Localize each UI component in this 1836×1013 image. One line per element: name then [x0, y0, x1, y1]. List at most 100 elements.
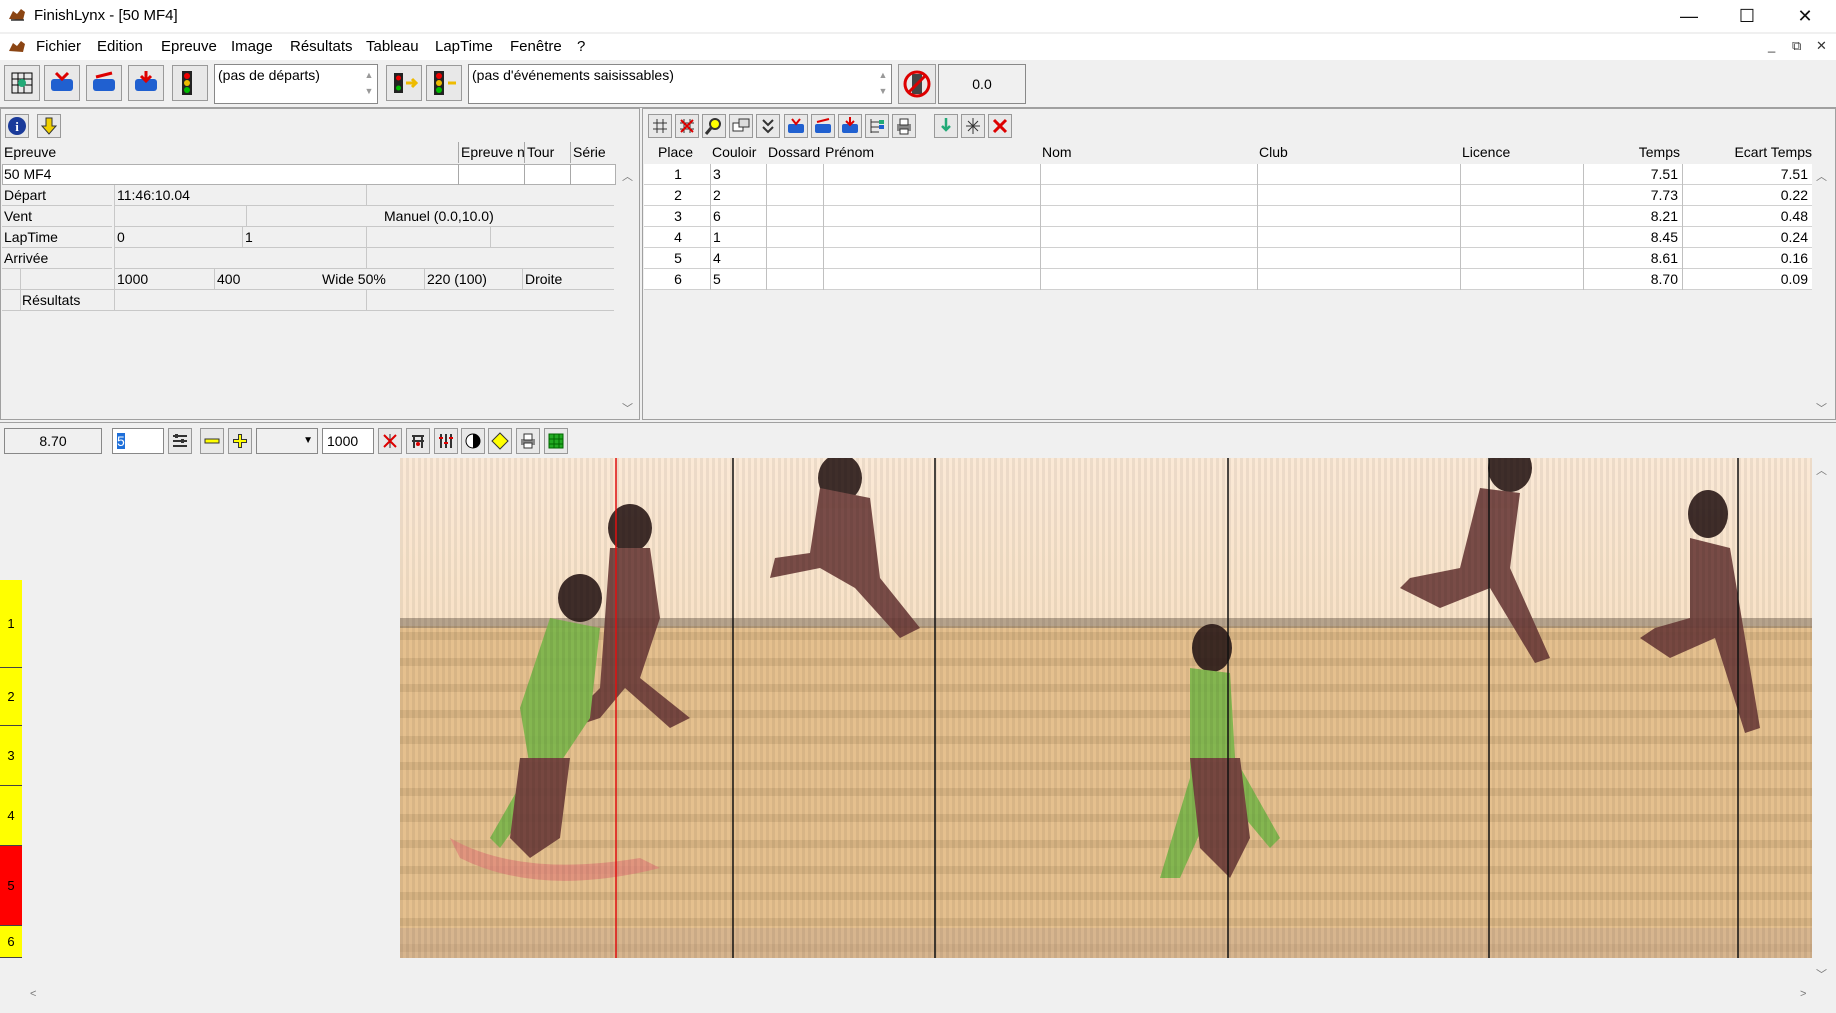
photo-finish-image[interactable] — [400, 458, 1812, 958]
menu-epreuve[interactable]: Epreuve — [161, 38, 217, 55]
table-cell-last[interactable] — [1040, 248, 1257, 269]
zoom-out-button[interactable] — [200, 428, 224, 454]
mdi-close-button[interactable]: ✕ — [1816, 38, 1827, 54]
table-cell-bib[interactable] — [766, 227, 823, 248]
table-cell-club[interactable] — [1257, 185, 1460, 206]
clear-grid-button[interactable] — [675, 114, 699, 138]
results-field[interactable] — [114, 290, 614, 311]
save-results-button[interactable] — [838, 114, 862, 138]
table-cell-gap[interactable]: 0.24 — [1682, 227, 1812, 248]
scroll-right-icon[interactable]: > — [1800, 988, 1806, 1000]
clear-cursor-button[interactable] — [378, 428, 402, 454]
table-cell-lane[interactable]: 2 — [710, 185, 766, 206]
table-cell-last[interactable] — [1040, 164, 1257, 185]
table-cell-club[interactable] — [1257, 269, 1460, 290]
table-cell-first[interactable] — [823, 248, 1040, 269]
wind-sensor-button[interactable] — [898, 64, 936, 104]
starts-combo[interactable]: (pas de départs) ▲ ▼ — [214, 64, 378, 104]
menu-resultats[interactable]: Résultats — [290, 38, 353, 55]
table-cell-club[interactable] — [1257, 206, 1460, 227]
laptime-a-field[interactable]: 0 — [114, 227, 242, 248]
spin-down-icon[interactable]: ▼ — [363, 83, 375, 99]
table-cell-licence[interactable] — [1460, 185, 1583, 206]
lane-settings-button[interactable] — [168, 428, 192, 454]
table-cell-gap[interactable]: 0.48 — [1682, 206, 1812, 227]
table-cell-club[interactable] — [1257, 164, 1460, 185]
hurdle-button[interactable] — [406, 428, 430, 454]
col-couloir[interactable]: Couloir — [712, 142, 764, 163]
table-cell-lane[interactable]: 4 — [710, 248, 766, 269]
events-traffic-button-2[interactable] — [426, 65, 462, 101]
mdi-minimize-button[interactable]: _ — [1768, 38, 1775, 53]
zoom-dropdown[interactable]: ▼ — [256, 428, 318, 454]
brightness-button[interactable] — [488, 428, 512, 454]
info-button[interactable]: i — [5, 114, 29, 138]
lane-marker-3[interactable]: 3 — [0, 726, 22, 786]
table-cell-licence[interactable] — [1460, 164, 1583, 185]
table-cell-time[interactable]: 8.21 — [1583, 206, 1682, 227]
open-event-button[interactable] — [44, 65, 80, 101]
col-licence[interactable]: Licence — [1462, 142, 1582, 163]
table-cell-place[interactable]: 1 — [644, 164, 710, 185]
event-name-field[interactable]: 50 MF4 — [2, 164, 458, 185]
scroll-down-icon[interactable]: ﹀ — [622, 400, 633, 416]
show-grid-button[interactable] — [648, 114, 672, 138]
lane-marker-1[interactable]: 1 — [0, 580, 22, 668]
sort-button[interactable] — [756, 114, 780, 138]
edit-event-button[interactable] — [86, 65, 122, 101]
lane-input[interactable]: 5 — [112, 428, 164, 454]
table-cell-bib[interactable] — [766, 164, 823, 185]
menu-edition[interactable]: Edition — [97, 38, 143, 55]
lightning-button[interactable] — [37, 114, 61, 138]
split-button[interactable] — [961, 114, 985, 138]
table-cell-time[interactable]: 7.73 — [1583, 185, 1682, 206]
table-cell-last[interactable] — [1040, 185, 1257, 206]
table-cell-bib[interactable] — [766, 185, 823, 206]
table-cell-bib[interactable] — [766, 269, 823, 290]
table-cell-first[interactable] — [823, 185, 1040, 206]
table-view-button[interactable] — [544, 428, 568, 454]
col-dossard[interactable]: Dossard — [768, 142, 822, 163]
col-club[interactable]: Club — [1259, 142, 1459, 163]
table-cell-club[interactable] — [1257, 227, 1460, 248]
table-cell-time[interactable]: 8.61 — [1583, 248, 1682, 269]
table-cell-time[interactable]: 7.51 — [1583, 164, 1682, 185]
table-cell-lane[interactable]: 1 — [710, 227, 766, 248]
edit-results-button[interactable] — [811, 114, 835, 138]
save-event-button[interactable] — [128, 65, 164, 101]
table-cell-gap[interactable]: 7.51 — [1682, 164, 1812, 185]
col-ecart-temps[interactable]: Ecart Temps — [1684, 142, 1812, 163]
table-cell-last[interactable] — [1040, 206, 1257, 227]
wind-mode-field[interactable]: Manuel (0.0,10.0) — [382, 206, 582, 227]
menu-laptime[interactable]: LapTime — [435, 38, 493, 55]
laptime-b-field[interactable]: 1 — [242, 227, 614, 248]
menu-tableau[interactable]: Tableau — [366, 38, 419, 55]
table-cell-last[interactable] — [1040, 227, 1257, 248]
finish-param-5[interactable]: Droite — [522, 269, 614, 290]
accept-button[interactable] — [934, 114, 958, 138]
table-cell-lane[interactable]: 6 — [710, 206, 766, 227]
table-cell-lane[interactable]: 3 — [710, 164, 766, 185]
col-nom[interactable]: Nom — [1042, 142, 1242, 163]
spin-down-icon[interactable]: ▼ — [877, 83, 889, 99]
tree-button[interactable] — [865, 114, 889, 138]
table-cell-time[interactable]: 8.45 — [1583, 227, 1682, 248]
finish-param-1[interactable]: 1000 — [114, 269, 214, 290]
capture-grid-button[interactable] — [4, 65, 40, 101]
lane-marker-2[interactable]: 2 — [0, 668, 22, 726]
lane-marker-6[interactable]: 6 — [0, 926, 22, 958]
maximize-button[interactable]: ☐ — [1718, 0, 1776, 32]
table-cell-place[interactable]: 5 — [644, 248, 710, 269]
table-cell-place[interactable]: 6 — [644, 269, 710, 290]
scroll-up-icon[interactable]: ︿ — [1816, 462, 1827, 478]
table-cell-last[interactable] — [1040, 269, 1257, 290]
table-cell-licence[interactable] — [1460, 269, 1583, 290]
scroll-down-icon[interactable]: ﹀ — [1816, 400, 1827, 416]
close-button[interactable]: ✕ — [1776, 0, 1834, 32]
adjust-button[interactable] — [434, 428, 458, 454]
zoom-in-button[interactable] — [228, 428, 252, 454]
table-cell-first[interactable] — [823, 269, 1040, 290]
menu-image[interactable]: Image — [231, 38, 273, 55]
events-traffic-button[interactable] — [386, 65, 422, 101]
col-prenom[interactable]: Prénom — [825, 142, 1025, 163]
